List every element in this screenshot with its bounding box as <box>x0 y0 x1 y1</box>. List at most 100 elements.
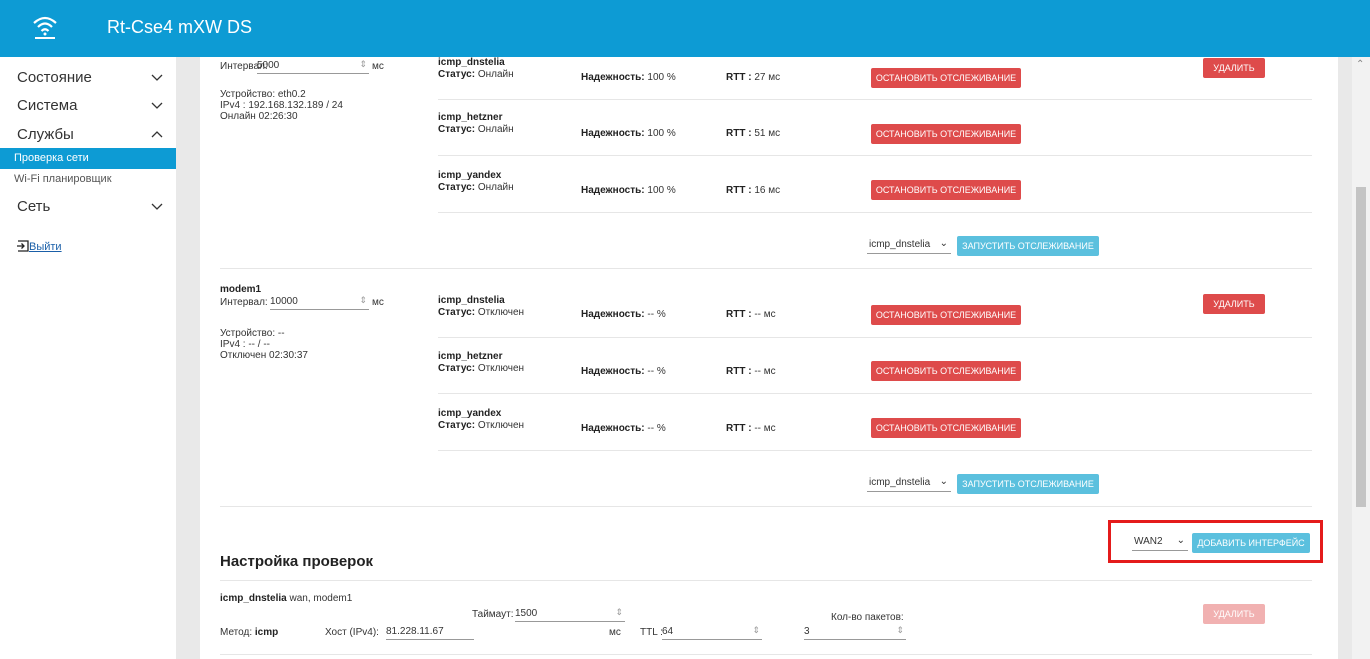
top-bar: Rt-Cse4 mXW DS <box>0 0 1370 57</box>
stop-monitoring-button[interactable]: ОСТАНОВИТЬ ОТСЛЕЖИВАНИЕ <box>871 418 1021 438</box>
timeout-label: Таймаут: <box>472 609 514 620</box>
app-title: Rt-Cse4 mXW DS <box>107 17 253 37</box>
device-text: Устройство: eth0.2 <box>220 89 306 100</box>
check-select[interactable]: icmp_dnstelia ⌄ <box>867 474 951 492</box>
sidebar-item-label: Wi-Fi планировщик <box>14 173 112 185</box>
check-select[interactable]: icmp_dnstelia ⌄ <box>867 236 951 254</box>
sidebar-item-label: Состояние <box>17 69 92 86</box>
start-monitoring-button[interactable]: ЗАПУСТИТЬ ОТСЛЕЖИВАНИЕ <box>957 236 1099 256</box>
sidebar-item-status[interactable]: Состояние <box>0 65 176 91</box>
sidebar-item-label: Система <box>17 97 78 114</box>
check-rtt: RTT : 27 мс <box>726 72 781 83</box>
check-reliability: Надежность: 100 % <box>581 72 676 83</box>
check-name: icmp_yandex <box>438 170 502 181</box>
check-status: Статус: Отключен <box>438 363 525 374</box>
ttl-input[interactable]: 64 ⇕ <box>662 625 762 640</box>
interface-name: modem1 <box>220 284 262 295</box>
logout-link[interactable]: Выйти <box>17 240 62 253</box>
interval-input[interactable]: 5000 ⇕ <box>257 59 369 74</box>
sidebar-item-network[interactable]: Сеть <box>0 194 176 220</box>
check-status: Статус: Отключен <box>438 307 525 318</box>
interval-label: Интервал: <box>220 297 268 308</box>
spinner-icon: ⇕ <box>615 607 623 617</box>
main-content: Интервал: 5000 ⇕ мс Устройство: eth0.2 IP… <box>200 57 1338 659</box>
check-reliability: Надежность: -- % <box>581 423 666 434</box>
logout-icon <box>17 240 29 252</box>
ms-unit: мс <box>609 627 621 638</box>
scrollbar[interactable]: ⌃ <box>1352 57 1370 659</box>
check-setting-title: icmp_dnstelia wan, modem1 <box>220 593 353 604</box>
spinner-icon: ⇕ <box>896 625 904 635</box>
highlight-box <box>1108 520 1323 563</box>
spinner-icon: ⇕ <box>359 59 367 69</box>
check-name: icmp_hetzner <box>438 351 503 362</box>
divider <box>438 212 1312 213</box>
stop-monitoring-button[interactable]: ОСТАНОВИТЬ ОТСЛЕЖИВАНИЕ <box>871 124 1021 144</box>
chevron-down-icon <box>151 74 163 81</box>
check-rtt: RTT : 16 мс <box>726 185 781 196</box>
divider <box>438 99 1312 100</box>
stop-monitoring-button[interactable]: ОСТАНОВИТЬ ОТСЛЕЖИВАНИЕ <box>871 180 1021 200</box>
sidebar: Состояние Система Службы Проверка сети W… <box>0 57 176 659</box>
delete-interface-button[interactable]: УДАЛИТЬ <box>1203 58 1265 78</box>
host-label: Хост (IPv4): <box>325 627 379 638</box>
chevron-down-icon <box>151 203 163 210</box>
state-text: Отключен 02:30:37 <box>220 350 308 361</box>
ms-unit: мс <box>372 61 384 72</box>
check-rtt: RTT : -- мс <box>726 423 776 434</box>
stop-monitoring-button[interactable]: ОСТАНОВИТЬ ОТСЛЕЖИВАНИЕ <box>871 361 1021 381</box>
sidebar-item-label: Службы <box>17 126 74 143</box>
packets-input[interactable]: 3 ⇕ <box>804 625 906 640</box>
check-rtt: RTT : -- мс <box>726 366 776 377</box>
sidebar-item-wifi-scheduler[interactable]: Wi-Fi планировщик <box>0 169 176 190</box>
check-name: icmp_yandex <box>438 408 502 419</box>
packets-label: Кол-во пакетов: <box>831 612 904 623</box>
divider <box>220 506 1312 507</box>
check-reliability: Надежность: -- % <box>581 309 666 320</box>
stop-monitoring-button[interactable]: ОСТАНОВИТЬ ОТСЛЕЖИВАНИЕ <box>871 68 1021 88</box>
chevron-up-icon <box>151 131 163 138</box>
wifi-icon <box>33 16 57 39</box>
state-text: Онлайн 02:26:30 <box>220 111 298 122</box>
start-monitoring-button[interactable]: ЗАПУСТИТЬ ОТСЛЕЖИВАНИЕ <box>957 474 1099 494</box>
host-input[interactable]: 81.228.11.67 <box>386 625 474 640</box>
check-reliability: Надежность: -- % <box>581 366 666 377</box>
check-status: Статус: Онлайн <box>438 69 514 80</box>
divider <box>438 393 1312 394</box>
check-reliability: Надежность: 100 % <box>581 185 676 196</box>
stop-monitoring-button[interactable]: ОСТАНОВИТЬ ОТСЛЕЖИВАНИЕ <box>871 305 1021 325</box>
ipv4-text: IPv4 : -- / -- <box>220 339 270 350</box>
ttl-label: TTL : <box>640 627 663 638</box>
delete-check-button[interactable]: УДАЛИТЬ <box>1203 604 1265 624</box>
chevron-down-icon <box>151 102 163 109</box>
check-status: Статус: Отключен <box>438 420 525 431</box>
interval-input[interactable]: 10000 ⇕ <box>270 295 369 310</box>
check-rtt: RTT : -- мс <box>726 309 776 320</box>
logout-label: Выйти <box>29 241 62 253</box>
section-heading: Настройка проверок <box>220 553 374 570</box>
sidebar-item-label: Проверка сети <box>14 152 89 164</box>
sidebar-item-services[interactable]: Службы <box>0 122 176 148</box>
check-rtt: RTT : 51 мс <box>726 128 781 139</box>
spinner-icon: ⇕ <box>752 625 760 635</box>
check-status: Статус: Онлайн <box>438 182 514 193</box>
chevron-down-icon: ⌄ <box>939 476 948 487</box>
scroll-up-icon[interactable]: ⌃ <box>1356 59 1364 70</box>
sidebar-item-system[interactable]: Система <box>0 93 176 119</box>
timeout-input[interactable]: 1500 ⇕ <box>515 607 625 622</box>
check-name: icmp_dnstelia <box>438 57 505 68</box>
divider <box>438 450 1312 451</box>
divider <box>220 580 1312 581</box>
scrollbar-thumb[interactable] <box>1356 187 1366 507</box>
ms-unit: мс <box>372 297 384 308</box>
ipv4-text: IPv4 : 192.168.132.189 / 24 <box>220 100 343 111</box>
divider <box>220 654 1312 655</box>
sidebar-item-network-check[interactable]: Проверка сети <box>0 148 176 169</box>
spinner-icon: ⇕ <box>359 295 367 305</box>
delete-interface-button[interactable]: УДАЛИТЬ <box>1203 294 1265 314</box>
check-status: Статус: Онлайн <box>438 124 514 135</box>
chevron-down-icon: ⌄ <box>939 238 948 249</box>
check-name: icmp_hetzner <box>438 112 503 123</box>
method-text: Метод: icmp <box>220 627 279 638</box>
check-name: icmp_dnstelia <box>438 295 505 306</box>
